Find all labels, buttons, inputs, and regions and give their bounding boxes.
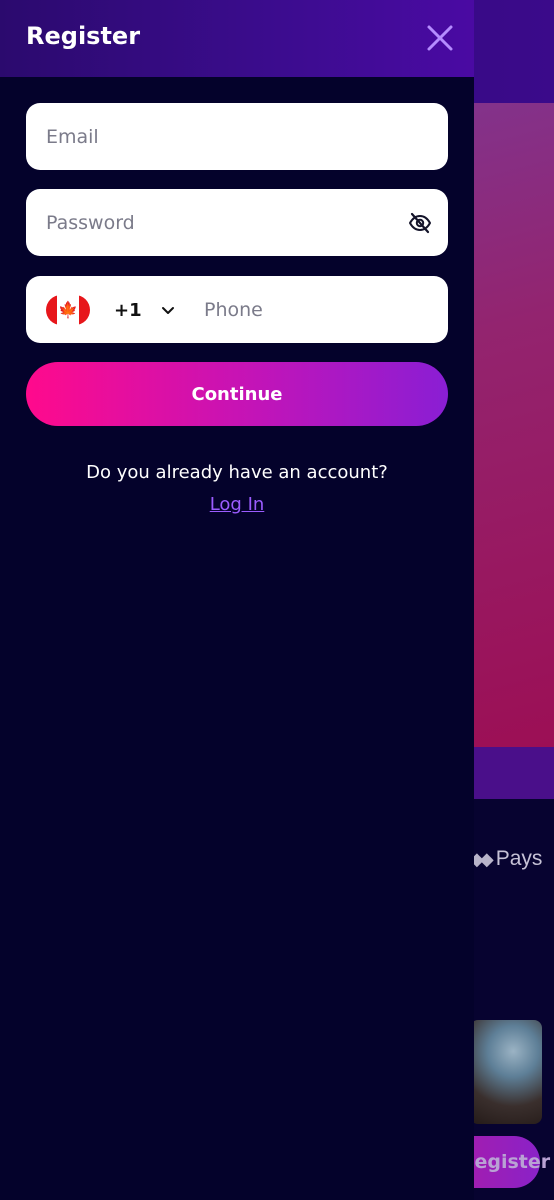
close-button[interactable] — [424, 22, 456, 54]
email-field-container — [26, 103, 448, 170]
phone-field[interactable] — [204, 276, 434, 343]
account-question: Do you already have an account? — [86, 462, 388, 483]
payment-provider-logo: ◆◆ Pays — [470, 846, 542, 872]
eye-off-icon — [409, 212, 431, 234]
dial-code: +1 — [114, 299, 142, 321]
password-field-container — [26, 189, 448, 256]
country-code-selector[interactable]: 🍁 +1 — [46, 290, 184, 330]
password-visibility-toggle[interactable] — [408, 211, 432, 235]
payment-provider-text: Pays — [495, 847, 543, 870]
email-field[interactable] — [46, 103, 426, 170]
continue-button[interactable]: Continue — [26, 362, 448, 426]
phone-field-container: 🍁 +1 — [26, 276, 448, 343]
drawer-header: Register — [0, 0, 474, 77]
drawer-title: Register — [26, 22, 141, 50]
login-link[interactable]: Log In — [210, 494, 265, 515]
login-link-container: Log In — [0, 494, 474, 515]
chevron-down-icon — [161, 307, 174, 314]
close-icon — [427, 25, 453, 51]
game-tile[interactable] — [470, 1020, 542, 1124]
password-field[interactable] — [46, 189, 386, 256]
canada-flag-icon: 🍁 — [46, 295, 90, 325]
register-drawer: Register 🍁 +1 — [0, 0, 474, 1200]
